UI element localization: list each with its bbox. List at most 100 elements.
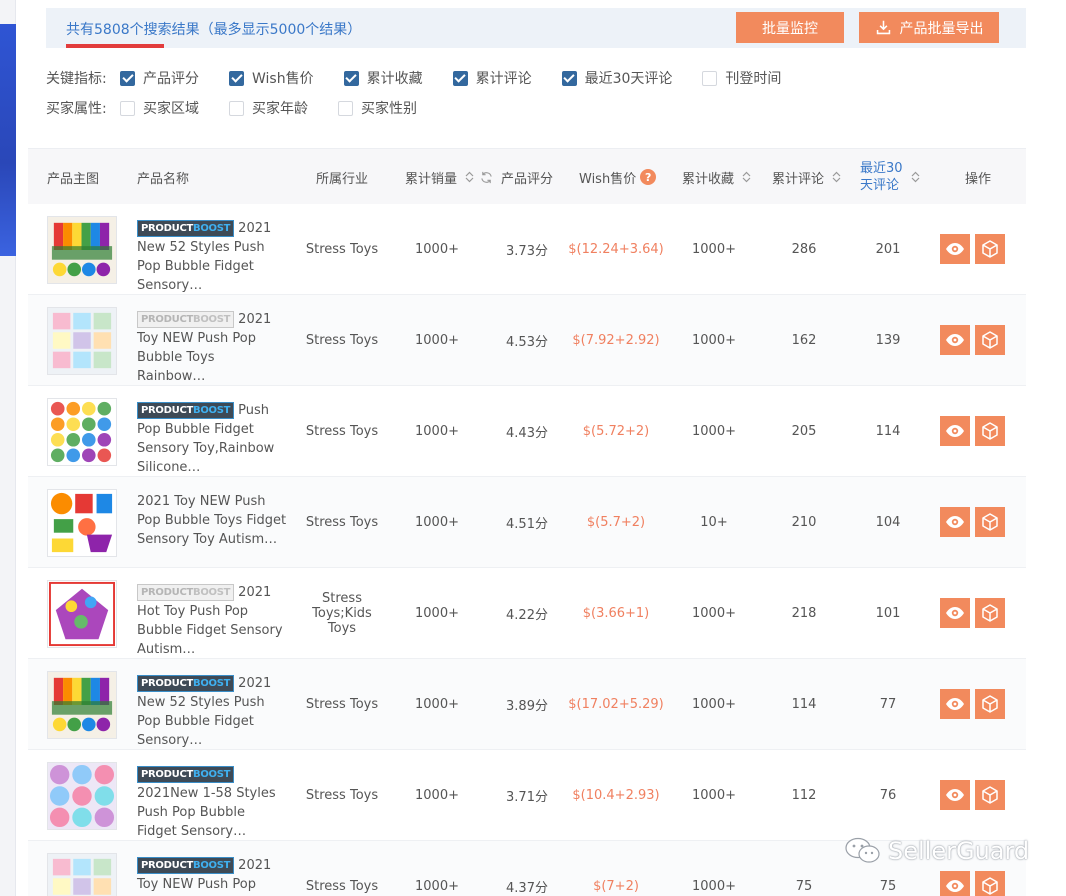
header-reviews[interactable]: 累计评论 xyxy=(772,149,841,205)
recent-reviews-cell: 76 xyxy=(879,787,897,803)
package-button[interactable] xyxy=(975,871,1005,896)
header-recent-reviews-label: 最近30 天评论 xyxy=(860,160,903,194)
header-recent-reviews[interactable]: 最近30 天评论 xyxy=(860,149,920,205)
checkbox[interactable] xyxy=(120,100,135,116)
table-row[interactable]: 2021 Toy NEW Push Pop Bubble Toys Fidget… xyxy=(28,477,1026,568)
buyer-attribute-option[interactable]: 买家年龄 xyxy=(229,98,308,118)
checkbox[interactable] xyxy=(229,100,244,116)
product-thumbnail[interactable] xyxy=(47,580,117,648)
view-button[interactable] xyxy=(940,871,970,896)
price-cell: $(7+2) xyxy=(593,878,639,894)
checkbox[interactable] xyxy=(229,70,244,86)
header-price-label: Wish售价 xyxy=(579,171,637,187)
view-button[interactable] xyxy=(940,780,970,810)
badge-boost: BOOST xyxy=(193,405,231,416)
batch-monitor-button[interactable]: 批量监控 xyxy=(736,12,844,43)
rating-cell: 3.73分 xyxy=(506,243,548,259)
row-actions xyxy=(940,871,1005,896)
sales-cell: 1000+ xyxy=(415,605,459,621)
product-thumbnail[interactable] xyxy=(47,216,117,284)
table-row[interactable]: PRODUCTBOOST2021 Toy NEW Push Pop Bubble… xyxy=(28,295,1026,386)
checkbox[interactable] xyxy=(343,70,359,86)
product-thumbnail[interactable] xyxy=(47,671,117,739)
header-recent-line2: 天评论 xyxy=(860,178,900,193)
package-button[interactable] xyxy=(975,416,1005,446)
table-row[interactable]: PRODUCTBOOST 2021 New 52 Styles Push Pop … xyxy=(28,204,1026,295)
product-name[interactable]: PRODUCTBOOST Push Pop Bubble Fidget Senso… xyxy=(137,401,287,477)
buyer-attribute-option[interactable]: 买家区域 xyxy=(120,98,199,118)
badge-boost: BOOST xyxy=(193,314,231,325)
product-thumbnail[interactable] xyxy=(47,762,117,830)
product-thumbnail[interactable] xyxy=(47,853,117,896)
product-thumbnail[interactable] xyxy=(47,489,117,557)
product-name[interactable]: PRODUCTBOOST 2021 Toy NEW Push Pop Bubble… xyxy=(137,310,287,386)
eye-icon xyxy=(946,334,964,346)
rating-cell: 4.43分 xyxy=(506,425,548,441)
view-button[interactable] xyxy=(940,416,970,446)
package-button[interactable] xyxy=(975,689,1005,719)
reviews-cell: 286 xyxy=(791,241,817,257)
favorites-cell: 1000+ xyxy=(692,696,736,712)
product-name-text[interactable]: 2021 Toy NEW Push Pop Bubble Toys Fidget… xyxy=(137,494,286,547)
badge-boost: BOOST xyxy=(193,587,231,598)
reviews-cell: 210 xyxy=(791,514,817,530)
rating-cell: 4.53分 xyxy=(506,334,548,350)
box-icon xyxy=(982,877,998,895)
sort-arrows-icon[interactable] xyxy=(465,171,474,183)
key-metric-option[interactable]: 最近30天评论 xyxy=(561,68,672,88)
sort-arrows-icon[interactable] xyxy=(911,171,920,183)
buyer-attribute-option[interactable]: 买家性别 xyxy=(338,98,417,118)
sort-arrows-icon[interactable] xyxy=(742,171,751,183)
table-row[interactable]: PRODUCTBOOST 2021New 1-58 Styles Push Pop… xyxy=(28,750,1026,841)
batch-export-button[interactable]: 产品批量导出 xyxy=(859,12,999,43)
package-button[interactable] xyxy=(975,780,1005,810)
reviews-cell: 205 xyxy=(791,423,817,439)
product-thumbnail[interactable] xyxy=(47,307,117,375)
product-thumbnail[interactable] xyxy=(47,398,117,466)
checkbox[interactable] xyxy=(702,70,718,86)
product-name[interactable]: 2021 Toy NEW Push Pop Bubble Toys Fidget… xyxy=(137,492,287,549)
product-name[interactable]: PRODUCTBOOST2021 Toy NEW Push Pop Bubble xyxy=(137,856,287,896)
sort-arrows-icon[interactable] xyxy=(832,171,841,183)
reviews-cell: 75 xyxy=(795,878,813,894)
checkbox[interactable] xyxy=(338,100,353,116)
product-name[interactable]: PRODUCTBOOST 2021New 1-58 Styles Push Pop… xyxy=(137,765,287,841)
table-row[interactable]: PRODUCTBOOST 2021 New 52 Styles Push Pop … xyxy=(28,659,1026,750)
box-icon xyxy=(982,240,998,258)
header-sales[interactable]: 累计销量 xyxy=(405,149,493,205)
buyer-attribute-option-label: 买家区域 xyxy=(143,101,199,117)
recent-reviews-cell: 201 xyxy=(875,241,901,257)
view-button[interactable] xyxy=(940,598,970,628)
header-favorites[interactable]: 累计收藏 xyxy=(682,149,751,205)
refresh-icon[interactable] xyxy=(480,171,493,184)
key-metric-option[interactable]: 刊登时间 xyxy=(702,68,781,88)
product-name[interactable]: PRODUCTBOOST 2021 New 52 Styles Push Pop … xyxy=(137,219,287,295)
badge-product: PRODUCT xyxy=(141,860,194,871)
table-row[interactable]: PRODUCTBOOST 2021 Hot Toy Push Pop Bubble… xyxy=(28,568,1026,659)
view-button[interactable] xyxy=(940,325,970,355)
key-metric-option[interactable]: 累计评论 xyxy=(452,68,532,88)
product-name[interactable]: PRODUCTBOOST 2021 Hot Toy Push Pop Bubble… xyxy=(137,583,287,659)
checkbox[interactable] xyxy=(452,70,468,86)
industry-cell: Stress Toys xyxy=(305,241,379,257)
help-icon[interactable]: ? xyxy=(640,169,657,185)
view-button[interactable] xyxy=(940,234,970,264)
key-metric-option[interactable]: 累计收藏 xyxy=(343,68,423,88)
price-cell: $(5.72+2) xyxy=(582,423,650,439)
checkbox[interactable] xyxy=(120,70,135,86)
package-button[interactable] xyxy=(975,234,1005,264)
row-actions xyxy=(940,598,1005,628)
view-button[interactable] xyxy=(940,689,970,719)
package-button[interactable] xyxy=(975,598,1005,628)
key-metric-option[interactable]: 产品评分 xyxy=(120,68,199,88)
package-button[interactable] xyxy=(975,507,1005,537)
rating-cell: 4.51分 xyxy=(506,516,548,532)
package-button[interactable] xyxy=(975,325,1005,355)
recent-reviews-cell: 101 xyxy=(875,605,901,621)
product-name[interactable]: PRODUCTBOOST 2021 New 52 Styles Push Pop … xyxy=(137,674,287,750)
table-row[interactable]: PRODUCTBOOST Push Pop Bubble Fidget Senso… xyxy=(28,386,1026,477)
checkbox[interactable] xyxy=(561,70,577,86)
view-button[interactable] xyxy=(940,507,970,537)
product-name-text[interactable]: 2021New 1-58 Styles Push Pop Bubble Fidg… xyxy=(137,786,276,839)
key-metric-option[interactable]: Wish售价 xyxy=(229,68,314,88)
